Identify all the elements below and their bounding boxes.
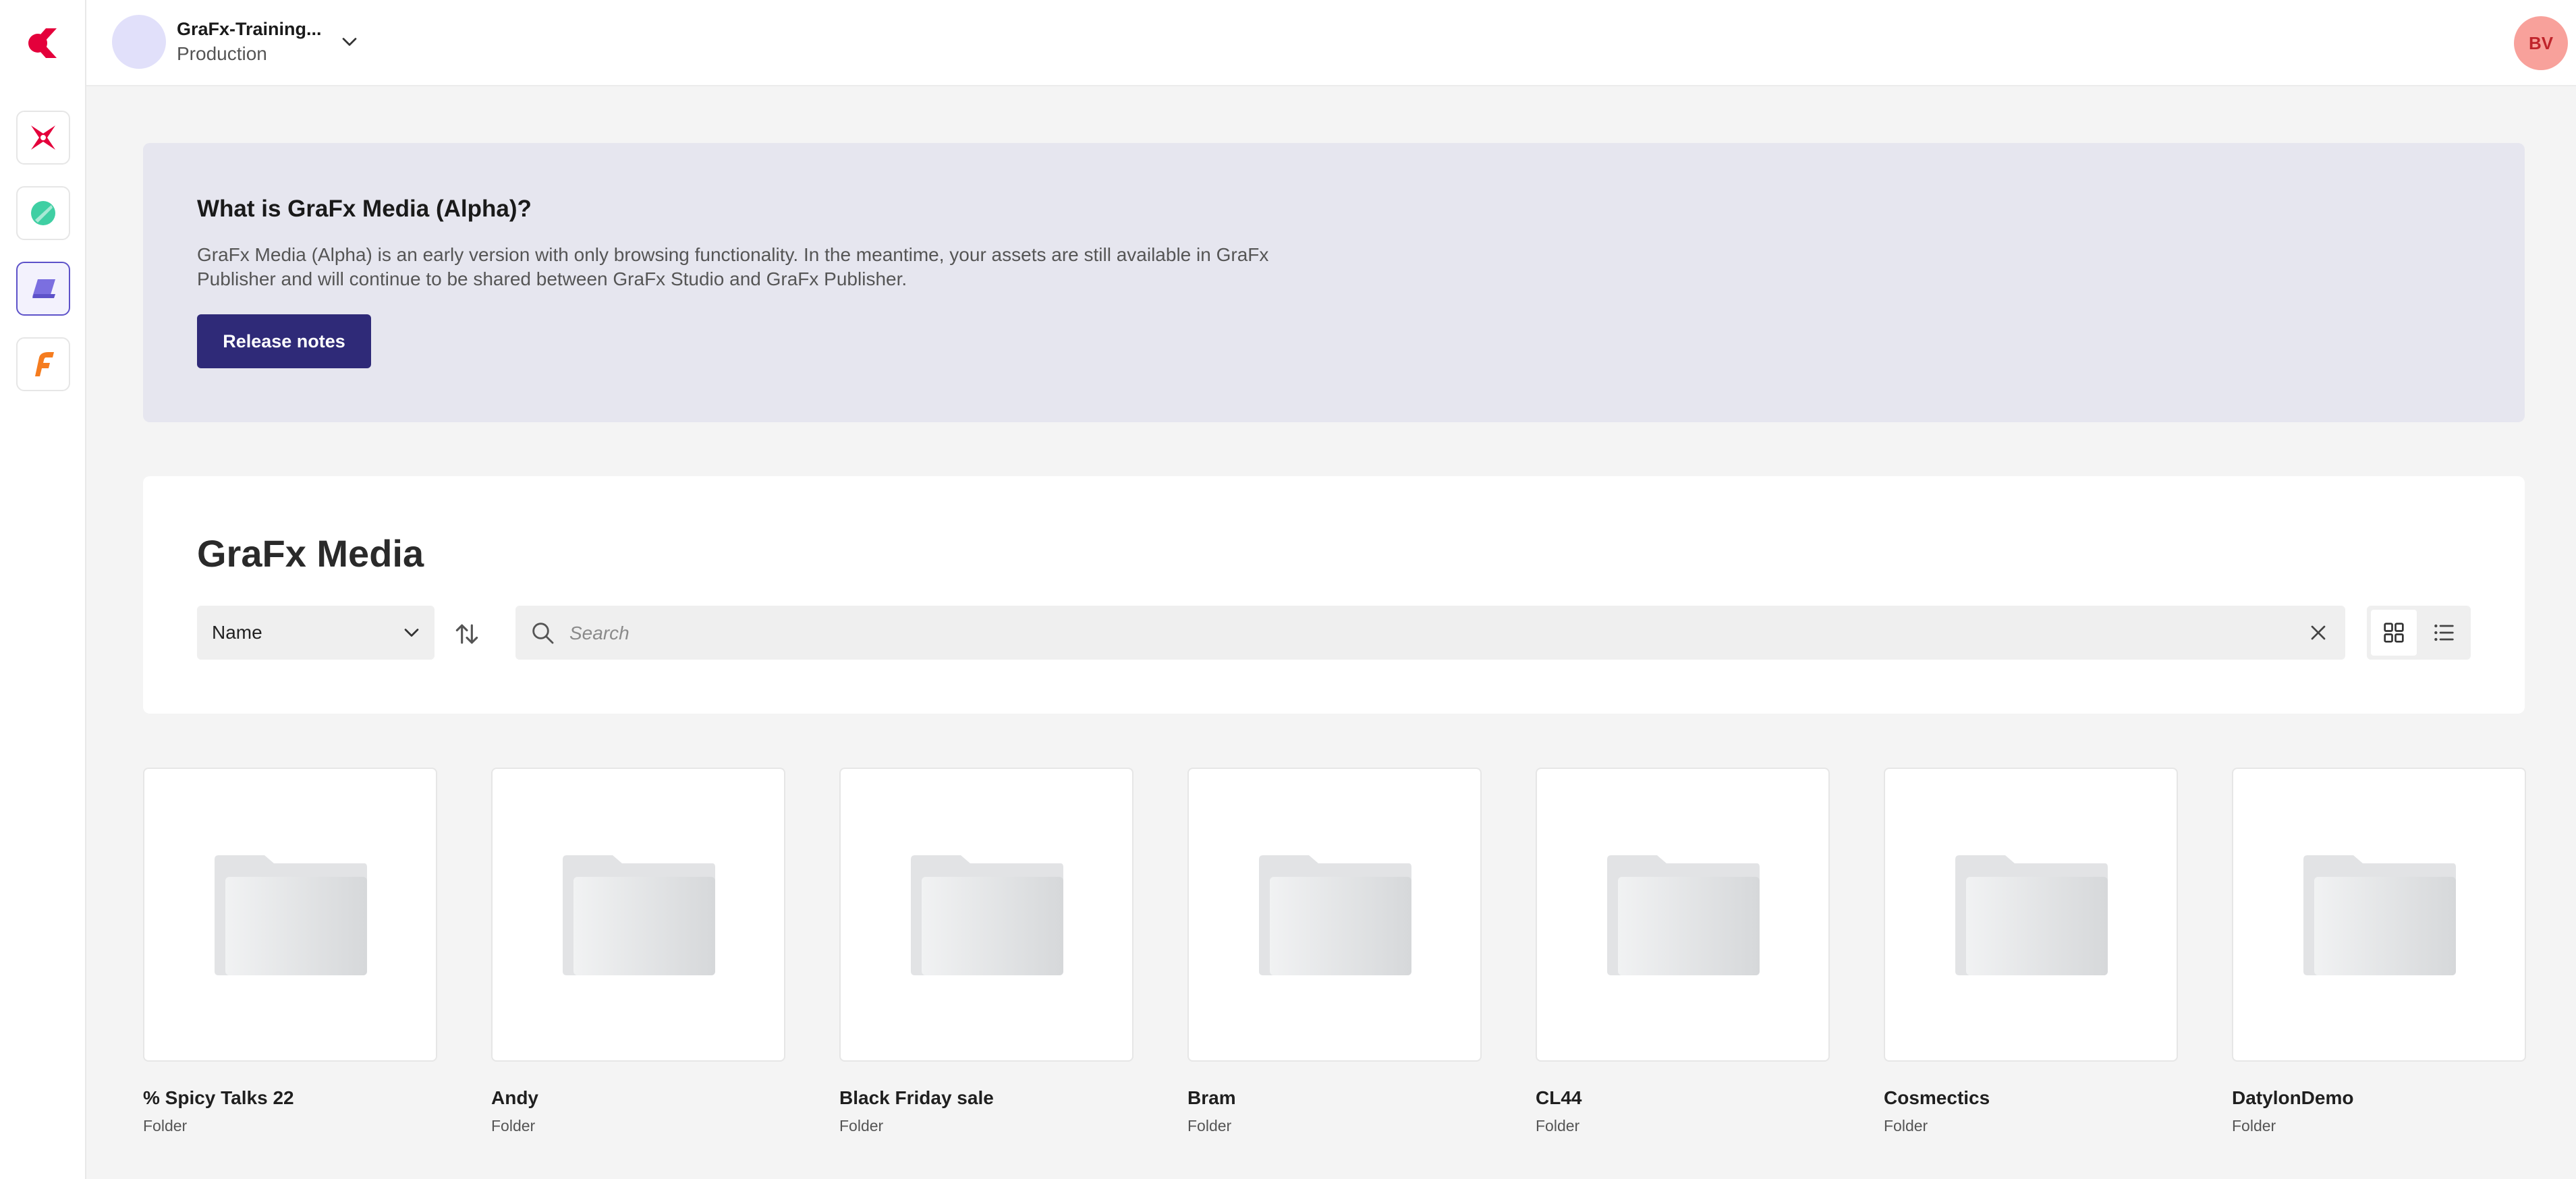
folder-type: Folder [1536, 1117, 1580, 1134]
folder-type: Folder [1884, 1117, 1928, 1134]
folder-thumbnail[interactable] [1884, 768, 2178, 1062]
environment-avatar[interactable] [112, 15, 166, 69]
rail-item-fonts[interactable] [16, 337, 70, 391]
folder-type: Folder [491, 1117, 536, 1134]
folder-icon [1607, 855, 1760, 975]
folder-card[interactable]: % Spicy Talks 22 Folder [143, 768, 437, 1135]
folder-name[interactable]: Bram [1187, 1087, 1482, 1109]
sort-select-value: Name [212, 622, 262, 643]
folder-name[interactable]: Cosmectics [1884, 1087, 2178, 1109]
folder-name[interactable]: Black Friday sale [839, 1087, 1133, 1109]
chili-logo-icon[interactable] [26, 26, 61, 61]
media-panel: GraFx Media Name [143, 476, 2525, 714]
chevron-down-icon[interactable] [337, 30, 362, 54]
folder-card[interactable]: Cosmectics Folder [1884, 768, 2178, 1135]
release-notes-button[interactable]: Release notes [197, 314, 371, 368]
folder-name[interactable]: DatylonDemo [2232, 1087, 2526, 1109]
banner-title: What is GraFx Media (Alpha)? [197, 196, 532, 222]
folder-type: Folder [143, 1117, 188, 1134]
folder-card[interactable]: DatylonDemo Folder [2232, 768, 2526, 1135]
folder-type: Folder [1187, 1117, 1232, 1134]
app-rail [0, 0, 86, 1179]
folder-type: Folder [839, 1117, 884, 1134]
folder-name[interactable]: CL44 [1536, 1087, 1830, 1109]
grafx-media-icon [32, 279, 55, 298]
folder-name[interactable]: Andy [491, 1087, 785, 1109]
folder-icon [1955, 855, 2108, 975]
folder-thumbnail[interactable] [1187, 768, 1482, 1062]
grid-view-button[interactable] [2371, 610, 2417, 656]
rail-item-media[interactable] [16, 262, 70, 316]
environment-type: Production [177, 43, 267, 64]
folder-card[interactable]: Andy Folder [491, 768, 785, 1135]
chevron-down-icon [404, 629, 419, 637]
rail-item-publisher[interactable] [16, 186, 70, 240]
user-avatar[interactable]: BV [2514, 16, 2568, 70]
search-icon [532, 623, 554, 644]
folder-icon [2303, 855, 2456, 975]
list-icon [2434, 624, 2454, 641]
sort-select[interactable]: Name [197, 606, 435, 660]
environment-name[interactable]: GraFx-Training... [177, 19, 322, 40]
grafx-publisher-icon [31, 201, 55, 225]
close-icon[interactable] [2306, 621, 2330, 645]
grafx-fonts-icon [35, 352, 54, 376]
folder-thumbnail[interactable] [143, 768, 437, 1062]
top-bar: GraFx-Training... Production BV [86, 0, 2576, 86]
folder-type: Folder [2232, 1117, 2276, 1134]
folder-thumbnail[interactable] [839, 768, 1133, 1062]
rail-item-studio[interactable] [16, 111, 70, 165]
folder-icon [911, 855, 1063, 975]
folder-icon [563, 855, 715, 975]
folder-icon [1259, 855, 1411, 975]
list-view-button[interactable] [2421, 610, 2467, 656]
folder-icon [215, 855, 367, 975]
view-toggle [2367, 606, 2471, 660]
banner-text: GraFx Media (Alpha) is an early version … [197, 244, 1269, 289]
folder-card[interactable]: Black Friday sale Folder [839, 768, 1133, 1135]
folder-thumbnail[interactable] [491, 768, 785, 1062]
search-bar [515, 606, 2345, 661]
search-input[interactable] [568, 606, 2285, 661]
folder-thumbnail[interactable] [2232, 768, 2526, 1062]
folder-card[interactable]: Bram Folder [1187, 768, 1482, 1135]
grafx-studio-icon [31, 125, 55, 150]
info-banner: What is GraFx Media (Alpha)? GraFx Media… [143, 143, 2525, 422]
sort-direction-icon[interactable] [452, 619, 482, 649]
folder-name[interactable]: % Spicy Talks 22 [143, 1087, 437, 1109]
grid-icon [2384, 623, 2404, 643]
folder-thumbnail[interactable] [1536, 768, 1830, 1062]
folder-card[interactable]: CL44 Folder [1536, 768, 1830, 1135]
page-title: GraFx Media [197, 532, 424, 575]
